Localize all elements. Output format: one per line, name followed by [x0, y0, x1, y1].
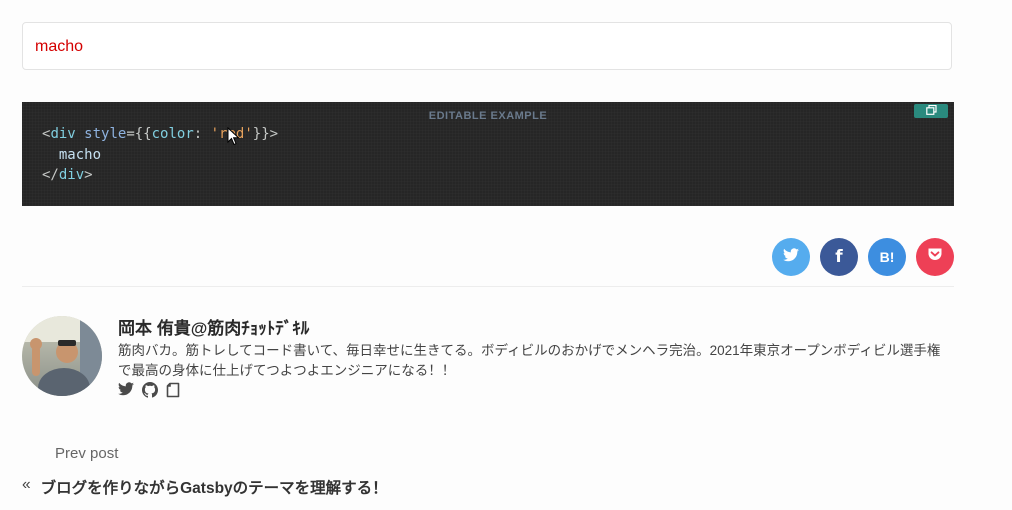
- author-social-links: [118, 382, 182, 398]
- facebook-icon: f: [835, 247, 843, 267]
- pocket-icon: [927, 247, 943, 267]
- code-token: }}>: [252, 126, 279, 142]
- mouse-cursor-icon: [227, 126, 241, 147]
- author-bio: 筋肉バカ。筋トレしてコード書いて、毎日幸せに生きてる。ボディビルのおかげでメンヘ…: [118, 343, 941, 378]
- prev-post-label: Prev post: [55, 445, 119, 462]
- copy-button[interactable]: [914, 104, 948, 118]
- code-token: ={{: [126, 126, 152, 142]
- code-token: macho: [42, 146, 102, 163]
- code-token: style: [75, 126, 127, 142]
- divider: [22, 286, 954, 287]
- twitter-icon[interactable]: [118, 382, 134, 398]
- github-icon[interactable]: [142, 382, 158, 398]
- pocket-share-button[interactable]: [916, 238, 954, 276]
- code-token: div: [50, 126, 76, 142]
- code-text[interactable]: <div style={{color: 'red'}}> macho </div…: [42, 124, 278, 186]
- facebook-share-button[interactable]: f: [820, 238, 858, 276]
- twitter-share-button[interactable]: [772, 238, 810, 276]
- twitter-icon: [783, 247, 799, 267]
- blog-icon[interactable]: [166, 382, 182, 398]
- code-token: div: [58, 167, 85, 183]
- code-token: :: [193, 126, 211, 142]
- code-editor[interactable]: EDITABLE EXAMPLE <div style={{color: 're…: [22, 102, 954, 206]
- code-token: color: [151, 126, 194, 142]
- hatena-bookmark-icon: B!: [879, 249, 895, 265]
- live-preview: macho: [22, 22, 952, 70]
- editor-label: EDITABLE EXAMPLE: [428, 110, 548, 122]
- share-buttons: f B!: [772, 238, 954, 276]
- double-chevron-left-icon: «: [22, 476, 31, 493]
- author-name: 岡本 侑貴@筋肉ﾁｮｯﾄﾃﾞｷﾙ: [118, 319, 310, 338]
- code-token: </: [42, 167, 59, 183]
- prev-post-link[interactable]: « ブログを作りながらGatsbyのテーマを理解する！: [22, 476, 388, 498]
- hatena-share-button[interactable]: B!: [868, 238, 906, 276]
- code-token: >: [84, 167, 93, 183]
- preview-text: macho: [35, 38, 84, 55]
- prev-post-title: ブログを作りながらGatsbyのテーマを理解する！: [40, 480, 388, 497]
- copy-icon: [925, 102, 937, 120]
- avatar: [22, 316, 102, 396]
